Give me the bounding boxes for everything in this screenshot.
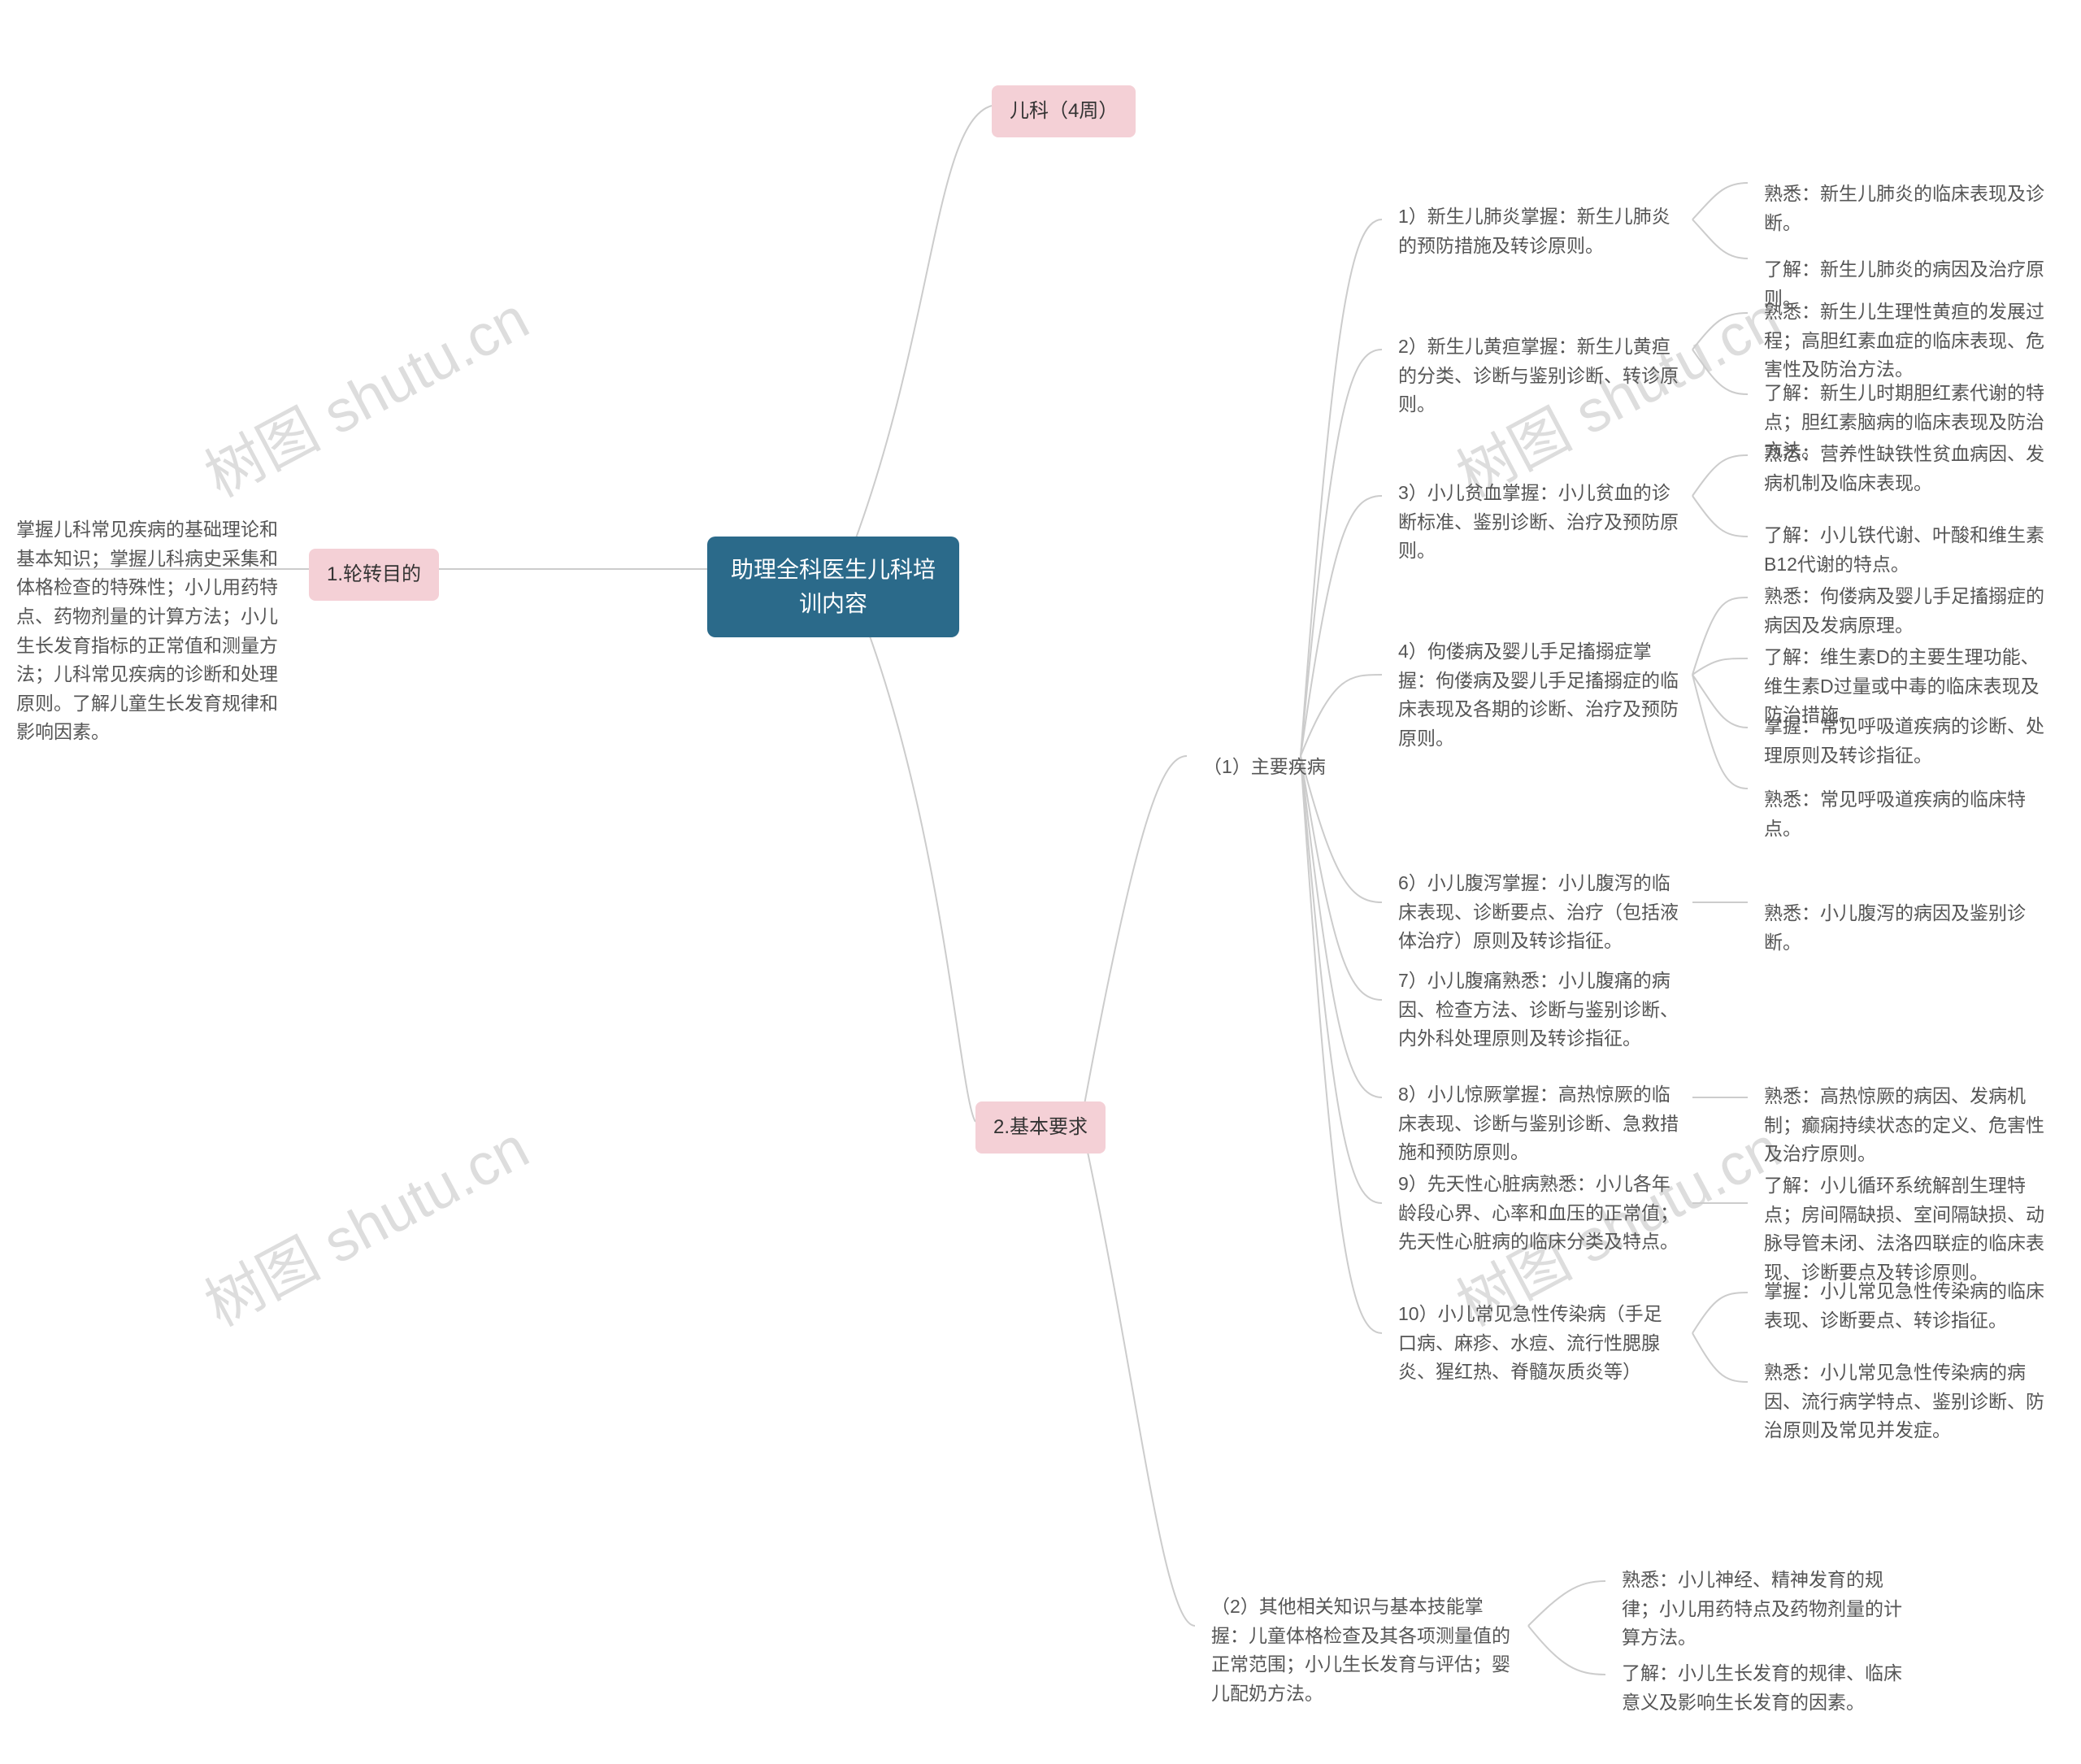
disease-item-2[interactable]: 2）新生儿黄疸掌握：新生儿黄疸的分类、诊断与鉴别诊断、转诊原则。 — [1382, 321, 1695, 431]
disease-item-9[interactable]: 9）先天性心脏病熟悉：小儿各年龄段心界、心率和血压的正常值；先天性心脏病的临床分… — [1382, 1158, 1695, 1268]
leaf: 熟悉：小儿常见急性传染病的病因、流行病学特点、鉴别诊断、防治原则及常见并发症。 — [1748, 1347, 2073, 1457]
branch-basic-requirements[interactable]: 2.基本要求 — [975, 1101, 1106, 1154]
disease-item-4[interactable]: 4）佝偻病及婴儿手足搐搦症掌握：佝偻病及婴儿手足搐搦症的临床表现及各期的诊断、治… — [1382, 626, 1695, 765]
rotation-goal-desc: 掌握儿科常见疾病的基础理论和基本知识；掌握儿科病史采集和体格检查的特殊性；小儿用… — [0, 504, 297, 758]
branch-pediatrics-weeks[interactable]: 儿科（4周） — [992, 85, 1136, 137]
sub-other-knowledge[interactable]: （2）其他相关知识与基本技能掌握：儿童体格检查及其各项测量值的正常范围；小儿生长… — [1195, 1581, 1532, 1720]
watermark: 树图 shutu.cn — [188, 1101, 541, 1342]
leaf: 熟悉：营养性缺铁性贫血病因、发病机制及临床表现。 — [1748, 428, 2073, 509]
disease-item-10[interactable]: 10）小儿常见急性传染病（手足口病、麻疹、水痘、流行性腮腺炎、猩红热、脊髓灰质炎… — [1382, 1288, 1695, 1398]
disease-item-7[interactable]: 7）小儿腹痛熟悉：小儿腹痛的病因、检查方法、诊断与鉴别诊断、内外科处理原则及转诊… — [1382, 955, 1695, 1065]
disease-item-6[interactable]: 6）小儿腹泻掌握：小儿腹泻的临床表现、诊断要点、治疗（包括液体治疗）原则及转诊指… — [1382, 858, 1695, 967]
leaf: 了解：小儿生长发育的规律、临床意义及影响生长发育的因素。 — [1605, 1648, 1931, 1728]
leaf: 掌握：小儿常见急性传染病的临床表现、诊断要点、转诊指征。 — [1748, 1266, 2073, 1346]
leaf: 熟悉：新生儿肺炎的临床表现及诊断。 — [1748, 168, 2073, 249]
disease-item-1[interactable]: 1）新生儿肺炎掌握：新生儿肺炎的预防措施及转诊原则。 — [1382, 191, 1695, 272]
disease-item-3[interactable]: 3）小儿贫血掌握：小儿贫血的诊断标准、鉴别诊断、治疗及预防原则。 — [1382, 467, 1695, 577]
branch-rotation-goal[interactable]: 1.轮转目的 — [309, 549, 439, 601]
leaf: 熟悉：常见呼吸道疾病的临床特点。 — [1748, 774, 2073, 854]
leaf: 熟悉：小儿腹泻的病因及鉴别诊断。 — [1748, 888, 2073, 968]
sub-main-diseases[interactable]: （1）主要疾病 — [1187, 741, 1342, 793]
mindmap-root[interactable]: 助理全科医生儿科培训内容 — [707, 537, 959, 637]
watermark: 树图 shutu.cn — [188, 272, 541, 513]
leaf: 掌握：常见呼吸道疾病的诊断、处理原则及转诊指征。 — [1748, 701, 2073, 781]
